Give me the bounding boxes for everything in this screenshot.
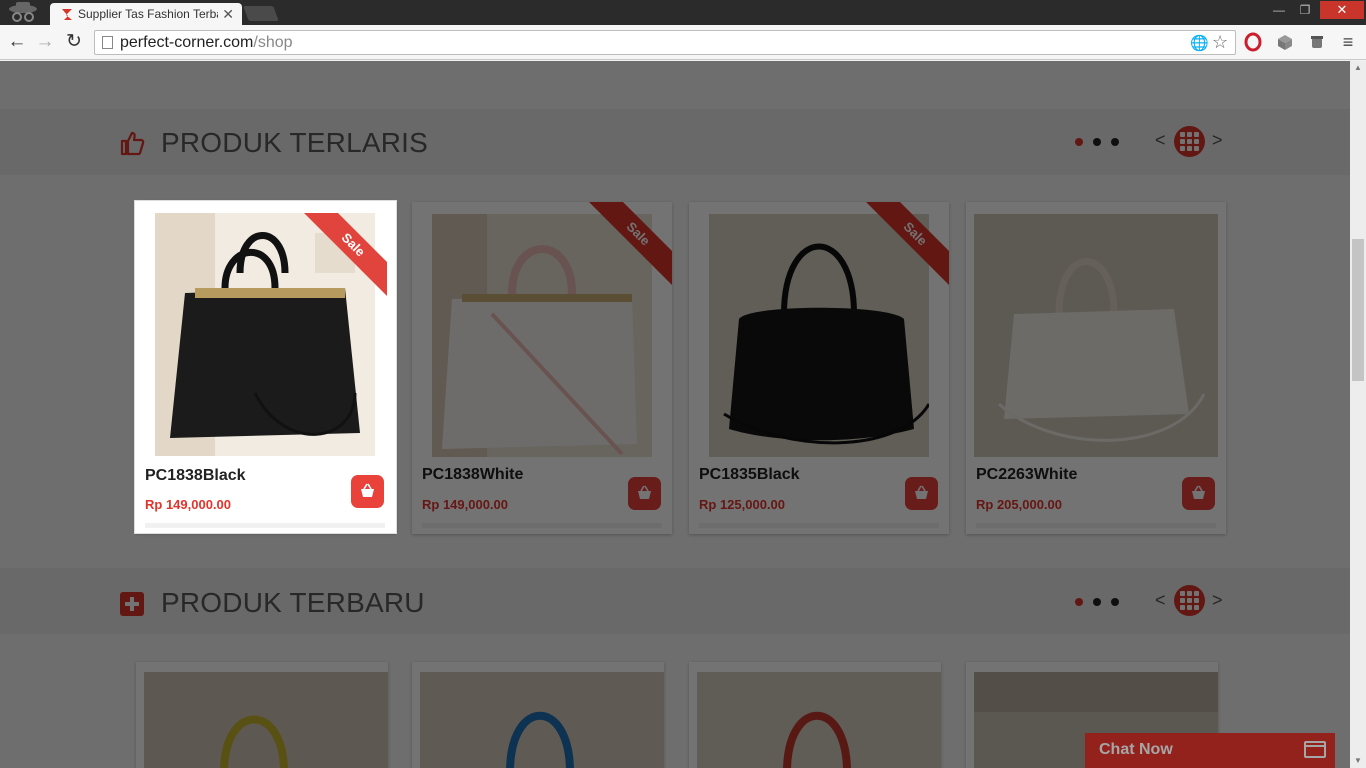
carousel-dot[interactable] xyxy=(1093,138,1101,146)
add-to-cart-button[interactable] xyxy=(351,475,384,508)
product-image[interactable] xyxy=(974,214,1218,457)
sale-ribbon: Sale xyxy=(588,202,672,286)
card-footer xyxy=(422,523,662,528)
thumbs-up-icon xyxy=(120,131,145,156)
product-name[interactable]: PC1838White xyxy=(422,466,523,484)
product-card[interactable]: Sale PC1838White Rp 149,000.00 xyxy=(412,202,672,534)
product-name[interactable]: PC2263White xyxy=(976,466,1077,484)
section-title: PRODUK TERLARIS xyxy=(161,127,428,158)
product-name[interactable]: PC1835Black xyxy=(699,466,800,484)
back-button[interactable]: ← xyxy=(6,31,28,53)
section-header-terbaru: PRODUK TERBARU < > xyxy=(0,568,1350,634)
cup-extension-icon[interactable] xyxy=(1307,32,1327,52)
carousel-dot[interactable] xyxy=(1111,598,1119,606)
product-name[interactable]: PC1838Black xyxy=(145,467,246,485)
sale-ribbon: Sale xyxy=(865,202,949,286)
grid-view-button[interactable] xyxy=(1174,126,1205,157)
sale-ribbon: Sale xyxy=(303,213,387,297)
site-favicon-icon xyxy=(62,9,72,20)
bookmark-star-icon[interactable]: ☆ xyxy=(1212,32,1228,53)
carousel-dots xyxy=(1075,598,1119,606)
browser-menu-icon[interactable]: ≡ xyxy=(1338,32,1358,52)
cube-extension-icon[interactable] xyxy=(1275,32,1295,52)
carousel-prev-button[interactable]: < xyxy=(1155,130,1166,151)
carousel-dot[interactable] xyxy=(1111,138,1119,146)
product-card[interactable] xyxy=(412,662,664,768)
product-price: Rp 149,000.00 xyxy=(145,497,232,512)
product-card[interactable] xyxy=(689,662,941,768)
scroll-thumb[interactable] xyxy=(1352,239,1364,381)
browser-toolbar: ← → ↻ perfect-corner.com/shop 🌐 ☆ ≡ xyxy=(0,25,1366,60)
plus-square-icon xyxy=(120,592,144,616)
scroll-up-arrow-icon[interactable]: ▲ xyxy=(1350,61,1366,75)
product-image[interactable] xyxy=(144,672,388,768)
product-card[interactable]: PC2263White Rp 205,000.00 xyxy=(966,202,1226,534)
card-footer xyxy=(145,523,385,528)
product-card[interactable] xyxy=(136,662,388,768)
add-to-cart-button[interactable] xyxy=(1182,477,1215,510)
window-close-button[interactable]: ✕ xyxy=(1320,1,1364,19)
product-price: Rp 149,000.00 xyxy=(422,497,509,512)
page-scrollbar[interactable]: ▲ ▼ xyxy=(1350,61,1366,768)
product-image[interactable] xyxy=(697,672,941,768)
url-text[interactable]: perfect-corner.com/shop xyxy=(120,34,293,52)
section-title: PRODUK TERBARU xyxy=(161,587,425,618)
window-minimize-button[interactable]: — xyxy=(1266,1,1292,19)
add-to-cart-button[interactable] xyxy=(628,477,661,510)
page-viewport: PRODUK TERLARIS < > Sale PC1838Black Rp … xyxy=(0,61,1350,768)
window-maximize-button[interactable]: ❐ xyxy=(1292,1,1318,19)
forward-button[interactable]: → xyxy=(34,31,56,53)
grid-view-button[interactable] xyxy=(1174,585,1205,616)
chat-now-widget[interactable]: Chat Now xyxy=(1085,733,1335,768)
card-footer xyxy=(976,523,1216,528)
incognito-icon xyxy=(9,2,37,22)
tab-title: Supplier Tas Fashion Terbaru xyxy=(78,7,218,21)
carousel-next-button[interactable]: > xyxy=(1212,590,1223,611)
product-price: Rp 125,000.00 xyxy=(699,497,786,512)
page-icon xyxy=(102,36,113,49)
address-bar[interactable]: perfect-corner.com/shop 🌐 ☆ xyxy=(94,30,1236,55)
translate-icon[interactable]: 🌐 xyxy=(1190,34,1209,52)
section-header-terlaris: PRODUK TERLARIS < > xyxy=(0,109,1350,175)
add-to-cart-button[interactable] xyxy=(905,477,938,510)
product-card[interactable]: Sale PC1835Black Rp 125,000.00 xyxy=(689,202,949,534)
browser-tab-active[interactable]: Supplier Tas Fashion Terbaru ✕ xyxy=(50,3,242,26)
carousel-next-button[interactable]: > xyxy=(1212,130,1223,151)
scroll-down-arrow-icon[interactable]: ▼ xyxy=(1350,754,1366,768)
carousel-dot[interactable] xyxy=(1075,598,1083,606)
highlighted-product-card[interactable]: Sale PC1838Black Rp 149,000.00 xyxy=(135,201,396,533)
product-image[interactable] xyxy=(420,672,664,768)
carousel-dots xyxy=(1075,138,1119,146)
reload-button[interactable]: ↻ xyxy=(63,31,85,53)
card-footer xyxy=(699,523,939,528)
tab-close-icon[interactable]: ✕ xyxy=(222,6,234,22)
new-tab-button[interactable] xyxy=(243,6,279,21)
chat-dim-overlay xyxy=(1085,733,1335,768)
carousel-dot[interactable] xyxy=(1075,138,1083,146)
browser-titlebar: Supplier Tas Fashion Terbaru ✕ — ❐ ✕ xyxy=(0,0,1366,26)
opera-extension-icon[interactable] xyxy=(1243,32,1263,52)
carousel-dot[interactable] xyxy=(1093,598,1101,606)
carousel-prev-button[interactable]: < xyxy=(1155,590,1166,611)
product-price: Rp 205,000.00 xyxy=(976,497,1063,512)
